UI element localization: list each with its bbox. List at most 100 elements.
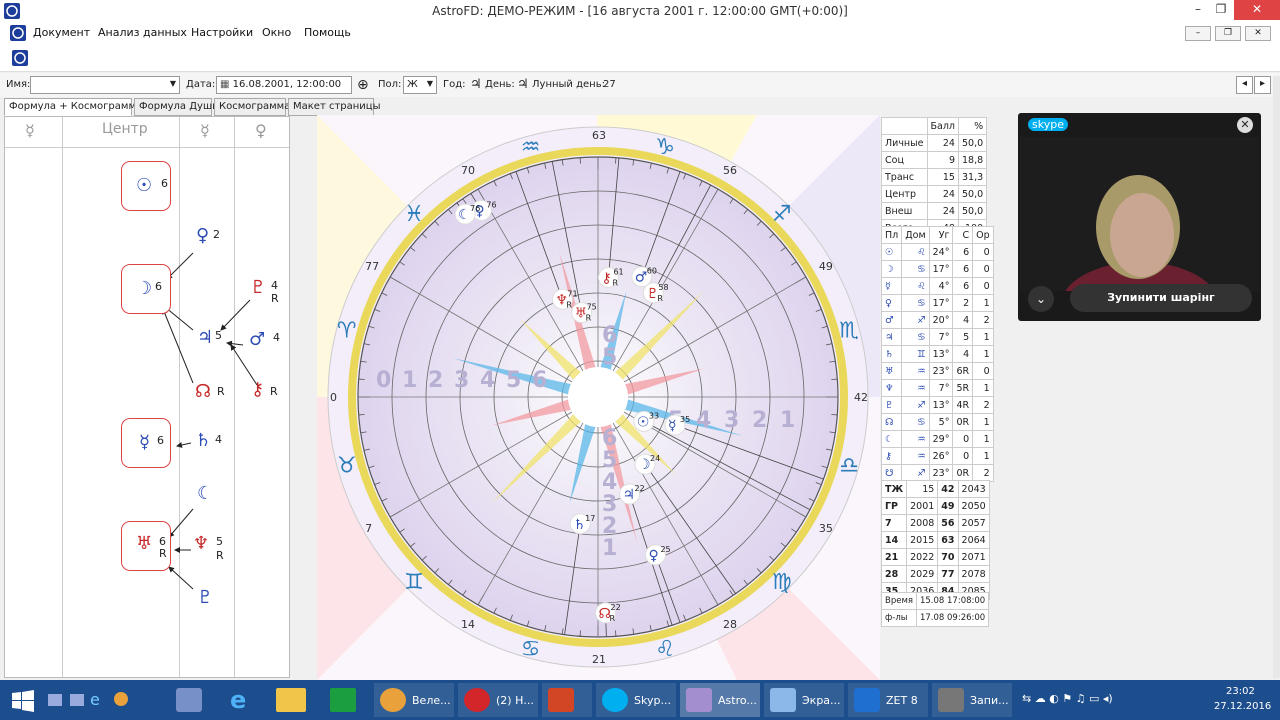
- snipping-tool-icon[interactable]: [176, 688, 202, 712]
- next-arrow-button[interactable]: ▸: [1254, 76, 1271, 94]
- taskbar-item-recorder[interactable]: Запи...: [932, 683, 1012, 717]
- tab-formula-cosmogram[interactable]: Формула + Космограмма: [4, 98, 142, 116]
- score-label: Транс: [881, 168, 928, 186]
- planet-row-cell: 0R: [952, 464, 974, 482]
- taskbar-item-opera[interactable]: (2) Н...: [458, 683, 538, 717]
- table-row: Центр 24 50,0: [881, 185, 988, 203]
- date-input[interactable]: ▦ 16.08.2001, 12:00:00: [216, 76, 352, 94]
- globe-icon[interactable]: ⊕: [357, 77, 369, 93]
- windows-start-icon[interactable]: [12, 690, 34, 712]
- moon-day-label: Лунный день:: [532, 79, 605, 90]
- menu-help[interactable]: Помощь: [304, 26, 351, 39]
- prev-arrow-button[interactable]: ◂: [1236, 76, 1253, 94]
- planet-row-cell: ♋: [901, 413, 930, 431]
- lilith-icon[interactable]: ☾: [197, 485, 213, 503]
- score-label: Центр: [881, 185, 928, 203]
- planet-row-cell: 24°: [928, 243, 954, 261]
- tab-cosmogram[interactable]: Космограмма: [214, 98, 290, 116]
- planet-row-cell: 6: [952, 243, 974, 261]
- venus-score: 2: [213, 228, 220, 241]
- planet-score: 25: [660, 545, 670, 554]
- explorer-small-icon[interactable]: [70, 694, 84, 706]
- venus-icon[interactable]: ♀: [196, 227, 209, 245]
- maximize-button[interactable]: ❐: [1206, 0, 1236, 20]
- planet-retro: R: [586, 314, 592, 323]
- menu-bar: Документ Анализ данных Настройки Окно По…: [0, 22, 1280, 44]
- planet-retro: R: [612, 278, 618, 287]
- desktop-icon[interactable]: [48, 694, 62, 706]
- close-button[interactable]: ✕: [1234, 0, 1280, 20]
- ring-number-left: 2: [428, 368, 443, 393]
- taskbar-item-chrome[interactable]: Веле...: [374, 683, 454, 717]
- planet-table: Пл Дом Уг С Ор ☉ ♌ 24° 6 0 ☽ ♋ 17° 6 0 ☿ ♌ 4° 6 0 ♀ ♋ 17° 2 1 ♂ ♐ 2…: [880, 226, 994, 482]
- year-row-cell: 42: [937, 480, 959, 498]
- vertical-scrollbar[interactable]: [1273, 76, 1280, 678]
- year-row: ТЖ 15 42 2043: [880, 480, 990, 498]
- tab-page-layout[interactable]: Макет страницы: [288, 98, 381, 116]
- chevron-down-icon[interactable]: ⌄: [1028, 286, 1054, 312]
- pluto-icon[interactable]: ♇: [250, 279, 266, 297]
- planet-row-cell: 1: [972, 430, 994, 448]
- taskbar-item-astro[interactable]: Astro...: [680, 683, 760, 717]
- taskbar-item-zet[interactable]: ZET 8: [848, 683, 928, 717]
- app-logo-icon[interactable]: [12, 50, 28, 66]
- degree-label: 28: [723, 618, 737, 631]
- cosmogram-chart[interactable]: 01234566543216554321 6356494235282114707…: [317, 115, 880, 680]
- jupiter-icon[interactable]: ♃: [197, 329, 213, 347]
- ie-small-icon[interactable]: e: [90, 690, 100, 709]
- clock-date[interactable]: 27.12.2016: [1214, 701, 1271, 712]
- year-label: Год:: [443, 79, 466, 90]
- planet-icon: ♂: [635, 270, 648, 286]
- tray-icons[interactable]: ⇆ ☁ ◐ ⚑ ♫ ▭ ◂): [1022, 692, 1113, 705]
- taskbar-item-powerpoint[interactable]: [542, 683, 592, 717]
- chrome-small-icon[interactable]: [114, 692, 128, 706]
- taskbar-item-screen[interactable]: Экра...: [764, 683, 844, 717]
- date-value: 16.08.2001, 12:00:00: [232, 79, 342, 90]
- saturn-icon[interactable]: ♄: [195, 432, 211, 450]
- planet-row-cell: 4R: [952, 396, 974, 414]
- neptune-icon[interactable]: ♆: [193, 535, 209, 553]
- document-icon[interactable]: [10, 25, 26, 41]
- north-node-icon[interactable]: ☊: [195, 383, 211, 401]
- taskbar-item-skype[interactable]: Skyp...: [596, 683, 676, 717]
- time-row-cell: 15.08 17:08:00: [915, 592, 990, 610]
- planet-row-cell: ♐: [901, 396, 930, 414]
- zodiac-sign-icon: ♓: [404, 202, 424, 227]
- planet-row: ☾ ♒ 29° 0 1: [880, 430, 994, 448]
- menu-document[interactable]: Документ: [33, 26, 90, 39]
- menu-window[interactable]: Окно: [262, 26, 291, 39]
- menu-data-analysis[interactable]: Анализ данных: [98, 26, 187, 39]
- chiron-icon[interactable]: ⚷: [251, 381, 264, 399]
- uranus-retro: R: [159, 547, 167, 560]
- sex-select[interactable]: Ж ▼: [403, 76, 437, 94]
- planet-row-cell: ♋: [901, 328, 930, 346]
- stop-sharing-button[interactable]: Зупинити шарінг: [1070, 284, 1252, 312]
- mdi-close-button[interactable]: ✕: [1245, 26, 1271, 41]
- name-select[interactable]: ▼: [30, 76, 180, 94]
- planet-row-cell: 0: [952, 447, 974, 465]
- mdi-minimize-button[interactable]: –: [1185, 26, 1211, 41]
- ie-icon[interactable]: e: [230, 686, 246, 714]
- planet-score: 76: [470, 204, 480, 213]
- close-icon[interactable]: ✕: [1237, 117, 1253, 133]
- planet-row-cell: ♒: [901, 379, 930, 397]
- store-icon[interactable]: [330, 688, 356, 712]
- file-explorer-icon[interactable]: [276, 688, 306, 712]
- title-bar: AstroFD: ДЕМО-РЕЖИМ - [16 августа 2001 г…: [0, 0, 1280, 22]
- year-row-cell: ТЖ: [880, 480, 908, 498]
- degree-label: 35: [819, 522, 833, 535]
- clock-time[interactable]: 23:02: [1226, 686, 1255, 697]
- menu-settings[interactable]: Настройки: [191, 26, 253, 39]
- chevron-down-icon: ▼: [169, 79, 176, 88]
- mars-icon[interactable]: ♂: [249, 331, 265, 349]
- pluto-lower-icon[interactable]: ♇: [197, 589, 213, 607]
- planet-score: 58: [658, 283, 668, 292]
- day-label: День:: [485, 79, 515, 90]
- year-row-cell: ГР: [880, 497, 908, 515]
- zodiac-sign-icon: ♌: [655, 637, 675, 662]
- mdi-restore-button[interactable]: ❐: [1215, 26, 1241, 41]
- calendar-icon[interactable]: ▦: [220, 79, 233, 90]
- planet-row-cell: 4: [952, 311, 974, 329]
- planet-row-cell: ☾: [880, 430, 903, 448]
- tab-soul-formula[interactable]: Формула Души: [134, 98, 219, 116]
